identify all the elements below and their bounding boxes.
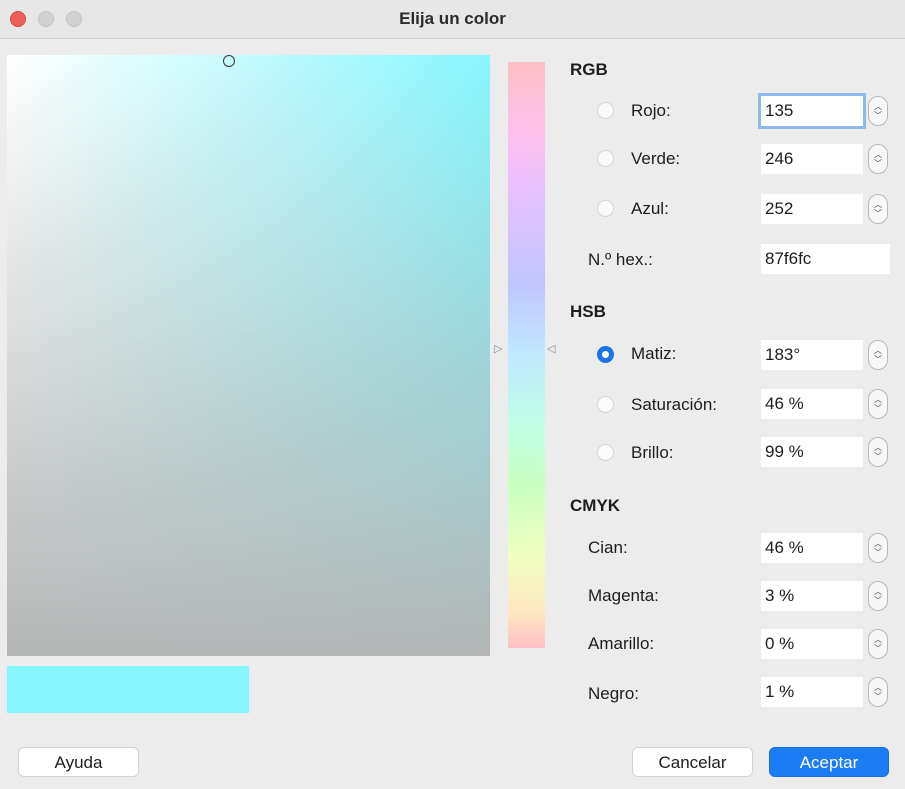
stepper-up-icon[interactable]: ︿: [874, 635, 882, 644]
stepper-down-icon[interactable]: ﹀: [874, 355, 882, 364]
saturation-radio[interactable]: [597, 396, 614, 413]
magenta-label: Magenta:: [588, 586, 659, 605]
saturation-field[interactable]: [761, 389, 863, 419]
stepper-up-icon[interactable]: ︿: [874, 683, 882, 692]
stepper-up-icon[interactable]: ︿: [874, 346, 882, 355]
red-field[interactable]: [761, 96, 863, 126]
stepper-up-icon[interactable]: ︿: [874, 150, 882, 159]
green-field[interactable]: [761, 144, 863, 174]
saturation-label: Saturación:: [631, 395, 717, 414]
black-label: Negro:: [588, 684, 640, 703]
magenta-field[interactable]: [761, 581, 863, 611]
color-preview-swatch: [7, 666, 249, 713]
brightness-radio[interactable]: [597, 444, 614, 461]
stepper-down-icon[interactable]: ﹀: [874, 596, 882, 605]
help-button[interactable]: Ayuda: [18, 747, 139, 777]
hue-marker-left-icon[interactable]: ▷: [494, 342, 502, 355]
black-field[interactable]: [761, 677, 863, 707]
blue-field[interactable]: [761, 194, 863, 224]
stepper-up-icon[interactable]: ︿: [874, 587, 882, 596]
cancel-button[interactable]: Cancelar: [632, 747, 753, 777]
color-selection-cursor[interactable]: [223, 55, 235, 67]
stepper-up-icon[interactable]: ︿: [874, 200, 882, 209]
stepper-up-icon[interactable]: ︿: [874, 443, 882, 452]
stepper-down-icon[interactable]: ﹀: [874, 111, 882, 120]
window-title: Elija un color: [399, 9, 506, 28]
red-label: Rojo:: [631, 101, 671, 120]
yellow-stepper[interactable]: ︿ ﹀: [868, 629, 888, 659]
stepper-down-icon[interactable]: ﹀: [874, 159, 882, 168]
hue-slider[interactable]: [508, 62, 545, 648]
hsb-section-header: HSB: [570, 302, 606, 321]
red-radio[interactable]: [597, 102, 614, 119]
yellow-label: Amarillo:: [588, 634, 655, 653]
stepper-down-icon[interactable]: ﹀: [874, 692, 882, 701]
hex-label: N.º hex.:: [588, 250, 653, 269]
stepper-up-icon[interactable]: ︿: [874, 102, 882, 111]
green-stepper[interactable]: ︿ ﹀: [868, 144, 888, 174]
stepper-down-icon[interactable]: ﹀: [874, 548, 882, 557]
title-bar: Elija un color: [0, 0, 905, 39]
magenta-stepper[interactable]: ︿ ﹀: [868, 581, 888, 611]
cmyk-section-header: CMYK: [570, 496, 621, 515]
brightness-field[interactable]: [761, 437, 863, 467]
blue-radio[interactable]: [597, 200, 614, 217]
black-stepper[interactable]: ︿ ﹀: [868, 677, 888, 707]
saturation-stepper[interactable]: ︿ ﹀: [868, 389, 888, 419]
hue-label: Matiz:: [631, 344, 677, 363]
hue-stepper[interactable]: ︿ ﹀: [868, 340, 888, 370]
stepper-up-icon[interactable]: ︿: [874, 395, 882, 404]
saturation-brightness-field[interactable]: [7, 55, 490, 656]
brightness-stepper[interactable]: ︿ ﹀: [868, 437, 888, 467]
stepper-down-icon[interactable]: ﹀: [874, 452, 882, 461]
cyan-stepper[interactable]: ︿ ﹀: [868, 533, 888, 563]
hue-field[interactable]: [761, 340, 863, 370]
brightness-label: Brillo:: [631, 443, 674, 462]
rgb-section-header: RGB: [570, 60, 608, 79]
cyan-label: Cian:: [588, 538, 628, 557]
yellow-field[interactable]: [761, 629, 863, 659]
stepper-up-icon[interactable]: ︿: [874, 539, 882, 548]
green-radio[interactable]: [597, 150, 614, 167]
stepper-down-icon[interactable]: ﹀: [874, 644, 882, 653]
blue-label: Azul:: [631, 199, 669, 218]
accept-button[interactable]: Aceptar: [769, 747, 889, 777]
hex-field[interactable]: [761, 244, 890, 274]
stepper-down-icon[interactable]: ﹀: [874, 404, 882, 413]
cyan-field[interactable]: [761, 533, 863, 563]
hue-marker-right-icon[interactable]: ◁: [547, 342, 555, 355]
blue-stepper[interactable]: ︿ ﹀: [868, 194, 888, 224]
hue-radio[interactable]: [597, 346, 614, 363]
green-label: Verde:: [631, 149, 681, 168]
red-stepper[interactable]: ︿ ﹀: [868, 96, 888, 126]
stepper-down-icon[interactable]: ﹀: [874, 209, 882, 218]
